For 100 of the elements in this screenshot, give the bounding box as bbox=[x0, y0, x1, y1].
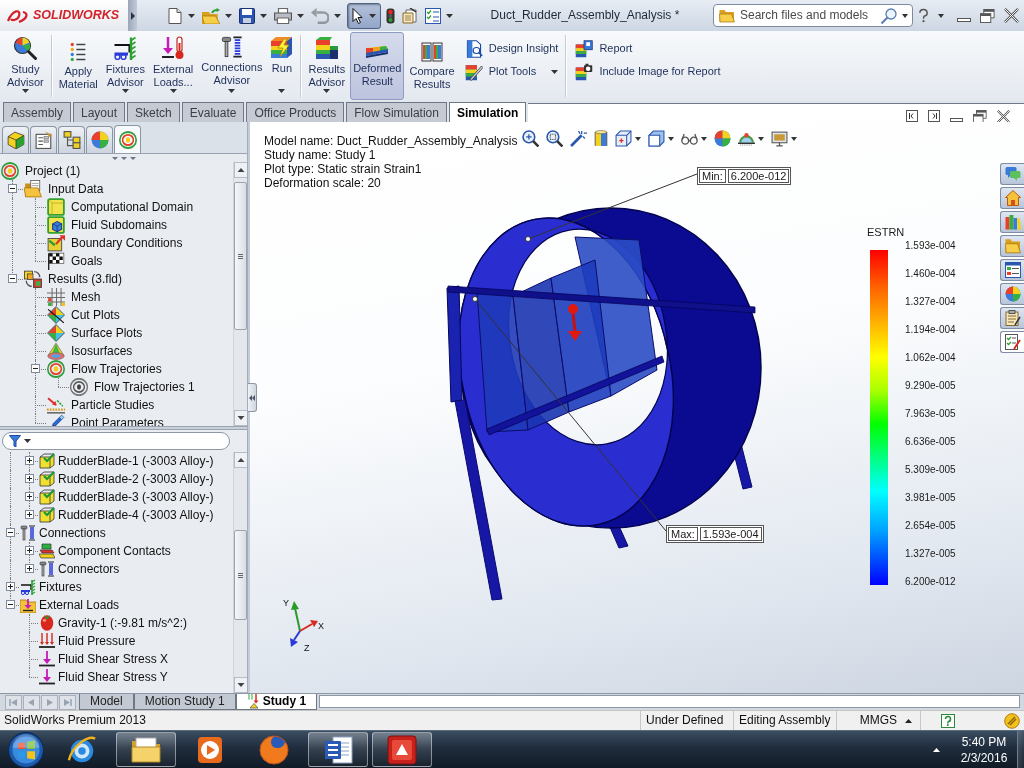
tree-toggle[interactable] bbox=[25, 546, 34, 555]
ribbon-button[interactable]: Study Advisor bbox=[4, 32, 47, 100]
tree-toggle[interactable] bbox=[6, 582, 15, 591]
toolbar-button[interactable] bbox=[347, 2, 381, 29]
show-desktop-button[interactable] bbox=[1017, 731, 1024, 768]
tree-item[interactable]: Goals bbox=[71, 253, 103, 269]
tree-toggle[interactable] bbox=[8, 274, 17, 283]
help-icon[interactable] bbox=[941, 713, 955, 728]
monitor-icon[interactable] bbox=[771, 130, 789, 147]
tree-item[interactable]: Component Contacts bbox=[58, 543, 171, 559]
tab[interactable]: Simulation bbox=[448, 102, 527, 122]
tab[interactable]: Study 1 bbox=[235, 694, 318, 710]
tree-item[interactable]: Flow Trajectories bbox=[71, 361, 162, 377]
tab[interactable]: Motion Study 1 bbox=[133, 694, 236, 710]
tree-item[interactable]: RudderBlade-1 (-3003 Alloy-) bbox=[58, 453, 214, 469]
search-input[interactable]: Search files and models bbox=[740, 8, 876, 23]
tree-toggle[interactable] bbox=[25, 564, 34, 573]
tab[interactable]: Layout bbox=[73, 102, 126, 122]
panel-tab[interactable] bbox=[58, 126, 85, 153]
dome-icon[interactable] bbox=[738, 131, 756, 146]
units-selector[interactable]: MMGS bbox=[859, 713, 897, 728]
caret-down-icon[interactable] bbox=[668, 136, 675, 141]
ribbon-button[interactable]: Compare Results bbox=[406, 32, 458, 100]
tree-item[interactable]: Fluid Shear Stress Y bbox=[58, 669, 168, 685]
tree-item[interactable]: Connections bbox=[39, 525, 106, 541]
menu-flyout-button[interactable] bbox=[128, 0, 137, 31]
tab[interactable]: Flow Simulation bbox=[346, 102, 447, 122]
task-pane-tab[interactable] bbox=[1000, 187, 1024, 209]
ribbon-button[interactable]: Connections Advisor bbox=[198, 32, 266, 100]
tile-left-icon[interactable] bbox=[906, 110, 918, 122]
start-orb-icon[interactable] bbox=[8, 731, 44, 768]
tree-toggle[interactable] bbox=[25, 456, 34, 465]
tab[interactable]: Assembly bbox=[3, 102, 71, 122]
tree-item[interactable]: Computational Domain bbox=[71, 199, 194, 215]
wand-icon[interactable] bbox=[570, 130, 588, 147]
glasses-icon[interactable] bbox=[681, 132, 699, 145]
tree-item[interactable]: Surface Plots bbox=[71, 325, 143, 341]
scrollbar[interactable] bbox=[233, 452, 247, 693]
cube-icon[interactable] bbox=[648, 130, 666, 147]
close-icon[interactable] bbox=[997, 110, 1010, 123]
cube-icon[interactable] bbox=[615, 130, 633, 147]
globe-orbit-icon[interactable] bbox=[67, 734, 97, 765]
caret-up-icon[interactable] bbox=[933, 747, 940, 752]
tree-toggle[interactable] bbox=[8, 184, 17, 193]
tree-toggle[interactable] bbox=[25, 510, 34, 519]
play-button-icon[interactable] bbox=[197, 735, 223, 764]
tree-item[interactable]: Fluid Subdomains bbox=[71, 217, 168, 233]
tile-right-icon[interactable] bbox=[928, 110, 940, 122]
caret-down-icon[interactable] bbox=[758, 136, 765, 141]
close-icon[interactable] bbox=[1004, 8, 1019, 23]
caret-down-icon[interactable] bbox=[635, 136, 642, 141]
pie-icon[interactable] bbox=[714, 130, 732, 147]
tree-toggle[interactable] bbox=[25, 474, 34, 483]
tree-item[interactable]: Fluid Pressure bbox=[58, 633, 136, 649]
tree-item[interactable]: RudderBlade-2 (-3003 Alloy-) bbox=[58, 471, 214, 487]
task-pane-tab[interactable] bbox=[1000, 259, 1024, 281]
clock-date[interactable]: 2/3/2016 bbox=[956, 749, 1012, 766]
tree-item[interactable]: RudderBlade-4 (-3003 Alloy-) bbox=[58, 507, 214, 523]
scrollbar[interactable] bbox=[233, 162, 247, 426]
restore-icon[interactable] bbox=[980, 8, 995, 23]
tree-item[interactable]: Point Parameters bbox=[71, 415, 164, 426]
ribbon-button[interactable]: Fixtures Advisor bbox=[102, 32, 148, 100]
tree-toggle[interactable] bbox=[6, 600, 15, 609]
panel-tab[interactable] bbox=[30, 126, 57, 153]
task-pane-tab[interactable] bbox=[1000, 331, 1024, 353]
tree-item[interactable]: Isosurfaces bbox=[71, 343, 133, 359]
caret-down-icon[interactable] bbox=[938, 13, 944, 18]
taskbar-app-button[interactable] bbox=[116, 732, 176, 767]
magnifier-icon[interactable] bbox=[546, 130, 564, 147]
ribbon-button[interactable]: External Loads... bbox=[149, 32, 197, 100]
taskbar-app-button[interactable] bbox=[308, 732, 368, 767]
splitter-grip-icon[interactable] bbox=[111, 156, 136, 160]
ribbon-button[interactable]: Deformed Result bbox=[350, 32, 405, 100]
scrollbar-thumb[interactable] bbox=[234, 182, 247, 330]
tree-item[interactable]: Boundary Conditions bbox=[71, 235, 183, 251]
task-pane-tab[interactable] bbox=[1000, 211, 1024, 233]
task-pane-tab[interactable] bbox=[1000, 283, 1024, 305]
caret-up-icon[interactable] bbox=[905, 718, 912, 723]
tree-item[interactable]: Mesh bbox=[71, 289, 101, 305]
ribbon-button[interactable]: Report bbox=[571, 37, 725, 60]
ribbon-button[interactable]: Apply Material bbox=[55, 32, 101, 100]
ribbon-button[interactable]: Design Insight bbox=[460, 37, 563, 60]
caret-down-icon[interactable] bbox=[902, 13, 908, 18]
taskbar-app-button[interactable] bbox=[372, 732, 432, 767]
panel-tab[interactable] bbox=[114, 125, 141, 153]
scrollbar-thumb[interactable] bbox=[234, 530, 247, 620]
magnifier-icon[interactable] bbox=[522, 130, 540, 147]
tree-item[interactable]: Project (1) bbox=[25, 163, 81, 179]
tree-item[interactable]: Connectors bbox=[58, 561, 120, 577]
tree-item[interactable]: Fluid Shear Stress X bbox=[58, 651, 169, 667]
tree-item[interactable]: External Loads bbox=[39, 597, 120, 613]
tab[interactable]: Model bbox=[79, 694, 134, 710]
task-pane-tab[interactable] bbox=[1000, 307, 1024, 329]
search-bar[interactable]: Search files and models bbox=[713, 4, 913, 27]
caret-down-icon[interactable] bbox=[701, 136, 708, 141]
tab[interactable]: Sketch bbox=[127, 102, 180, 122]
tag-icon[interactable] bbox=[1004, 712, 1020, 729]
tab[interactable]: Office Products bbox=[246, 102, 345, 122]
tree-item[interactable]: RudderBlade-3 (-3003 Alloy-) bbox=[58, 489, 214, 505]
panel-tab[interactable] bbox=[2, 126, 29, 153]
